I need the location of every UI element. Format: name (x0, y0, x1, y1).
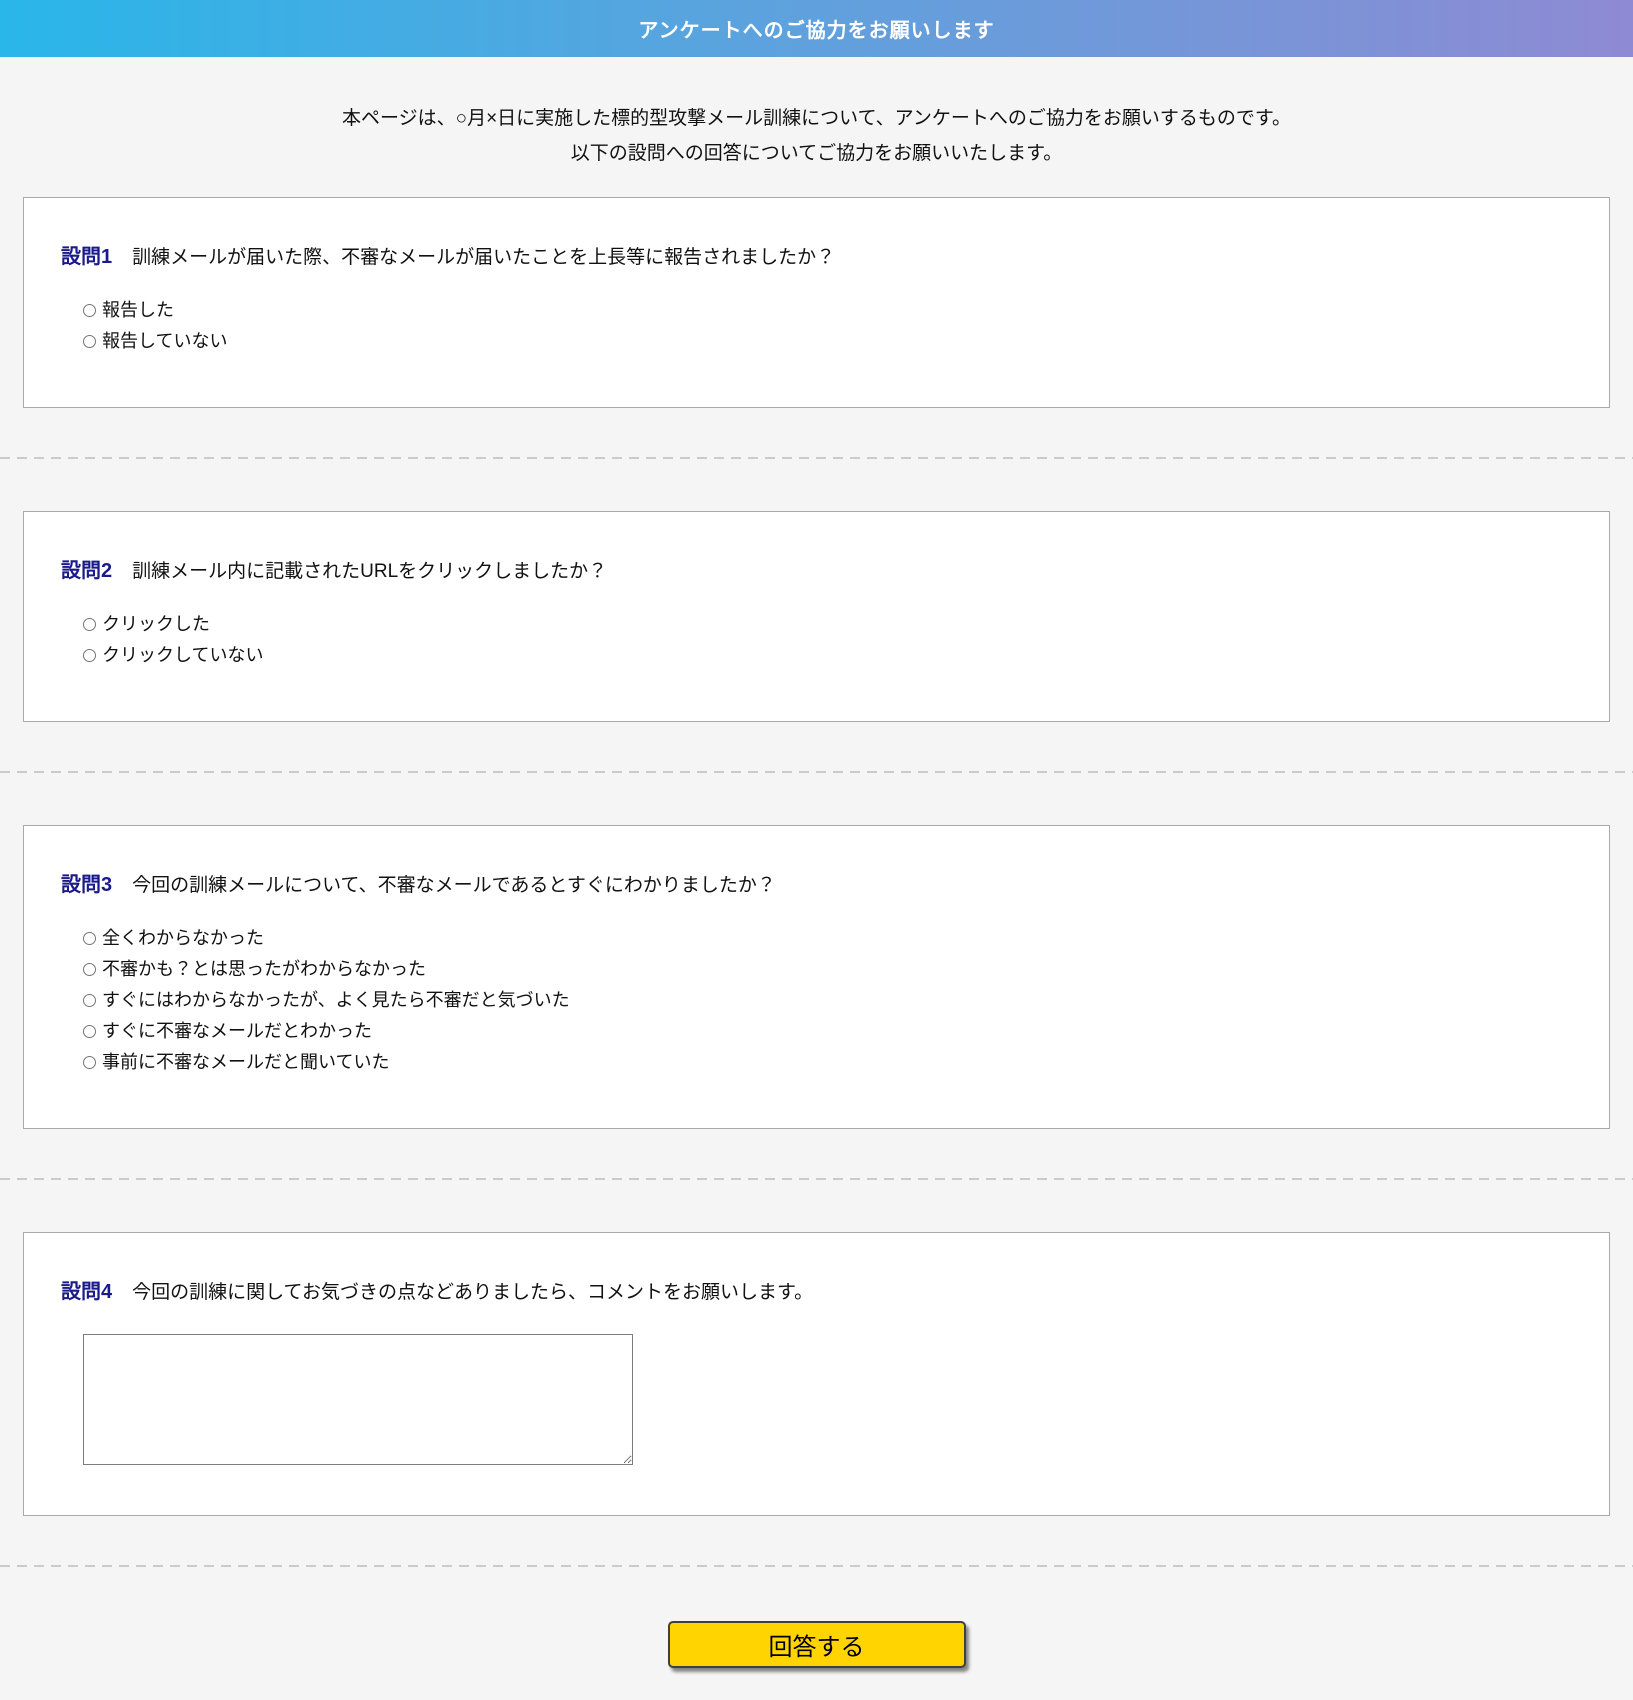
option-q2-not-clicked[interactable]: クリックしていない (83, 640, 1569, 671)
option-label: 事前に不審なメールだと聞いていた (102, 1052, 390, 1073)
question-box-1: 設問1 訓練メールが届いた際、不審なメールが届いたことを上長等に報告されましたか… (23, 197, 1610, 409)
question-2-label: 設問2 (61, 560, 113, 583)
page-title: アンケートへのご協力をお願いします (638, 20, 995, 42)
question-3-options: 全くわからなかった 不審かも？とは思ったがわからなかった すぐにはわからなかった… (83, 923, 1569, 1078)
page-header: アンケートへのご協力をお願いします (0, 0, 1633, 57)
intro-text: 本ページは、○月×日に実施した標的型攻撃メール訓練について、アンケートへのご協力… (20, 101, 1613, 171)
question-3-text: 今回の訓練メールについて、不審なメールであるとすぐにわかりましたか？ (132, 875, 776, 897)
radio-q1-not-reported[interactable] (83, 335, 96, 349)
question-4-text: 今回の訓練に関してお気づきの点などありましたら、コメントをお願いします。 (132, 1282, 814, 1304)
radio-q3-option-2[interactable] (83, 963, 96, 977)
question-2-options: クリックした クリックしていない (83, 609, 1569, 671)
intro-line-1: 本ページは、○月×日に実施した標的型攻撃メール訓練について、アンケートへのご協力… (341, 108, 1291, 129)
option-label: 不審かも？とは思ったがわからなかった (102, 959, 426, 980)
intro-line-2: 以下の設問への回答についてご協力をお願いいたします。 (570, 143, 1063, 165)
radio-q2-clicked[interactable] (83, 618, 96, 632)
option-q1-reported[interactable]: 報告した (83, 295, 1569, 326)
question-box-3: 設問3 今回の訓練メールについて、不審なメールであるとすぐにわかりましたか？ 全… (23, 825, 1610, 1130)
option-label: 報告した (102, 300, 174, 321)
comment-textarea[interactable] (83, 1334, 633, 1466)
option-label: クリックしていない (102, 645, 264, 666)
question-3-heading: 設問3 今回の訓練メールについて、不審なメールであるとすぐにわかりましたか？ (61, 868, 1569, 897)
question-1-heading: 設問1 訓練メールが届いた際、不審なメールが届いたことを上長等に報告されましたか… (61, 240, 1569, 269)
radio-q3-option-4[interactable] (83, 1025, 96, 1039)
question-2-heading: 設問2 訓練メール内に記載されたURLをクリックしましたか？ (61, 554, 1569, 583)
option-q3-3[interactable]: すぐにはわからなかったが、よく見たら不審だと気づいた (83, 985, 1569, 1016)
submit-button[interactable]: 回答する (667, 1621, 966, 1669)
option-label: 全くわからなかった (102, 928, 264, 949)
option-q3-1[interactable]: 全くわからなかった (83, 923, 1569, 954)
dashed-divider (0, 1565, 1633, 1568)
radio-q3-option-5[interactable] (83, 1056, 96, 1070)
dashed-divider (0, 1178, 1633, 1181)
radio-q1-reported[interactable] (83, 304, 96, 318)
question-4-heading: 設問4 今回の訓練に関してお気づきの点などありましたら、コメントをお願いします。 (61, 1275, 1569, 1304)
question-box-2: 設問2 訓練メール内に記載されたURLをクリックしましたか？ クリックした クリ… (23, 511, 1610, 723)
question-3-label: 設問3 (61, 874, 113, 897)
dashed-divider (0, 457, 1633, 460)
question-box-4: 設問4 今回の訓練に関してお気づきの点などありましたら、コメントをお願いします。 (23, 1232, 1610, 1517)
question-1-label: 設問1 (61, 246, 113, 269)
dashed-divider (0, 771, 1633, 774)
question-1-text: 訓練メールが届いた際、不審なメールが届いたことを上長等に報告されましたか？ (132, 247, 836, 269)
submit-row: 回答する (0, 1621, 1633, 1700)
option-label: すぐにはわからなかったが、よく見たら不審だと気づいた (102, 990, 570, 1011)
option-q3-4[interactable]: すぐに不審なメールだとわかった (83, 1016, 1569, 1047)
option-q2-clicked[interactable]: クリックした (83, 609, 1569, 640)
question-4-label: 設問4 (61, 1281, 113, 1304)
question-2-text: 訓練メール内に記載されたURLをクリックしましたか？ (132, 561, 608, 583)
radio-q2-not-clicked[interactable] (83, 649, 96, 663)
option-q1-not-reported[interactable]: 報告していない (83, 326, 1569, 357)
radio-q3-option-1[interactable] (83, 932, 96, 946)
survey-page: アンケートへのご協力をお願いします 本ページは、○月×日に実施した標的型攻撃メー… (0, 0, 1633, 1700)
option-label: クリックした (102, 614, 210, 635)
option-label: 報告していない (102, 331, 228, 352)
option-q3-2[interactable]: 不審かも？とは思ったがわからなかった (83, 954, 1569, 985)
radio-q3-option-3[interactable] (83, 994, 96, 1008)
option-label: すぐに不審なメールだとわかった (102, 1021, 372, 1042)
option-q3-5[interactable]: 事前に不審なメールだと聞いていた (83, 1047, 1569, 1078)
question-1-options: 報告した 報告していない (83, 295, 1569, 357)
